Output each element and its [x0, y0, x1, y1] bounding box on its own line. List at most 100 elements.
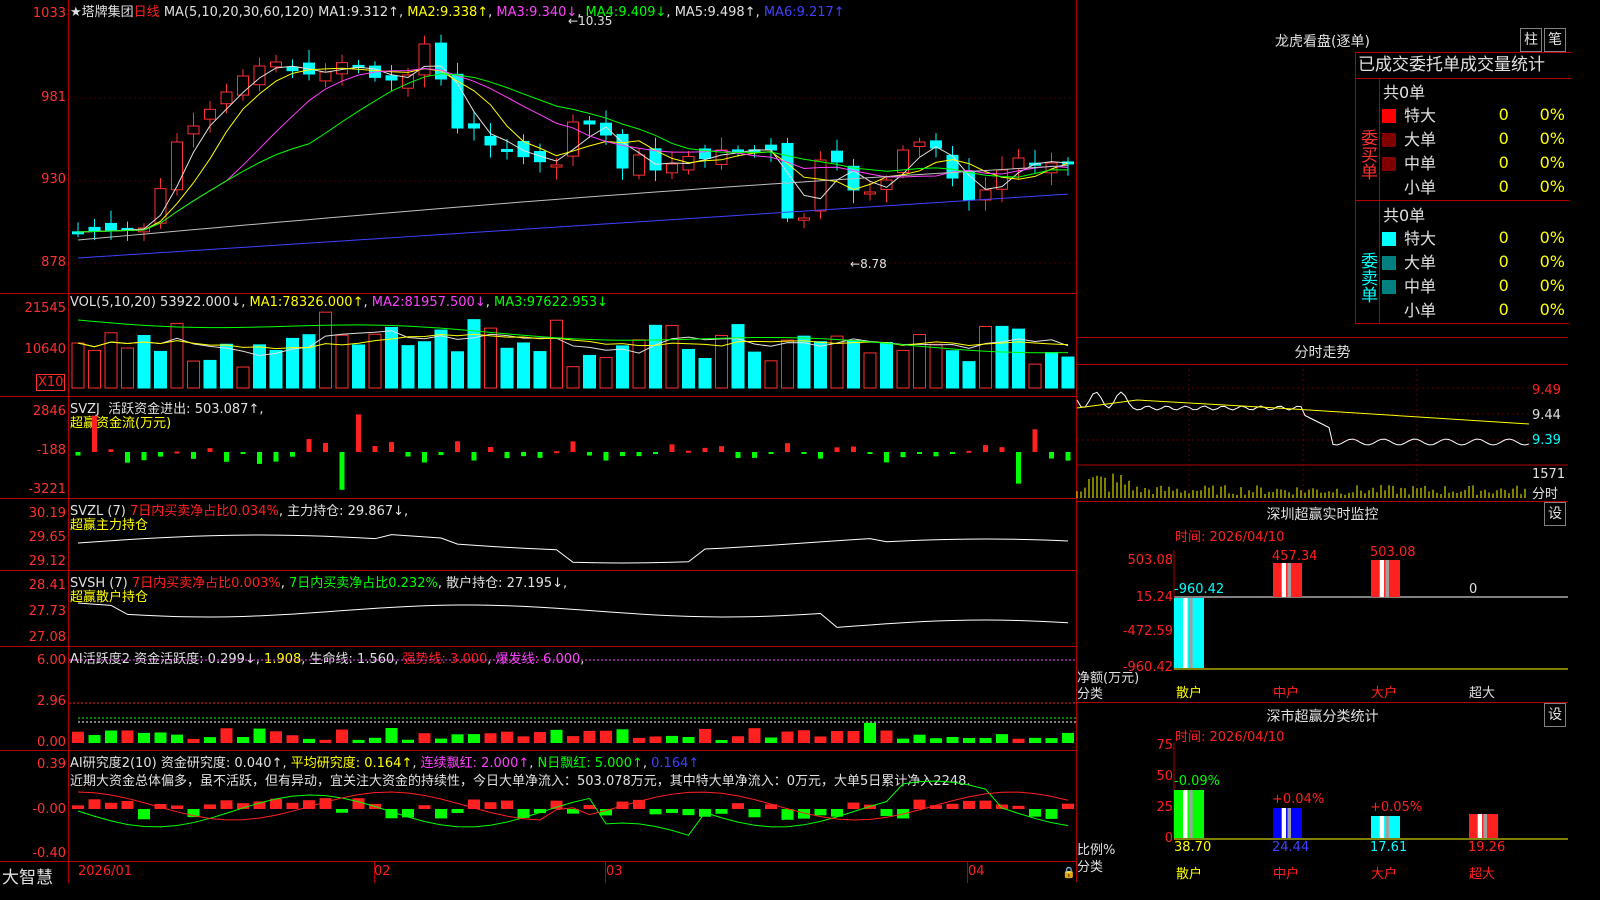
research-bar	[913, 799, 926, 809]
svzj-panel[interactable]: 2846 -188 -3221 SVZJ 活跃资金进出: 503.087↑, 超…	[0, 397, 1076, 499]
holding-line	[77, 602, 1069, 628]
candle-body	[633, 154, 645, 176]
candle-body	[864, 191, 876, 195]
research-bar	[930, 805, 942, 809]
kline-panel[interactable]: 1033 981 930 878 ★塔牌集团日线 MA(5,10,20,30,6…	[0, 0, 1076, 294]
candle-body	[765, 144, 777, 151]
flow-bar	[273, 452, 279, 462]
volume-bar	[946, 350, 959, 389]
research-bar	[748, 809, 761, 818]
flow-bar	[950, 452, 955, 454]
volume-panel[interactable]: 21545 10640 X10 VOL(5,10,20) 53922.000↓,…	[0, 294, 1076, 397]
flow-bar	[752, 452, 757, 458]
volume-chart	[71, 311, 1075, 389]
activity-bar	[979, 737, 992, 743]
research-bar	[418, 805, 431, 809]
monitor-bar	[1189, 598, 1193, 668]
activity-bar	[831, 730, 843, 743]
ai-activity-panel[interactable]: 6.00 2.96 0.00 AI活跃度2 资金活跃度: 0.299↓, 1.9…	[0, 647, 1076, 751]
volume-bar	[467, 319, 481, 389]
research-bar	[72, 805, 84, 809]
candle-body	[468, 123, 480, 129]
volume-bar	[682, 348, 695, 389]
bar-mode-button[interactable]: 柱	[1520, 28, 1542, 52]
svsh-panel[interactable]: 28.41 27.73 27.08 SVSH (7) 7日内买卖净占比0.003…	[0, 571, 1076, 647]
research-bar	[352, 798, 365, 809]
classify-stats-panel[interactable]: 深市超赢分类统计 设 时间: 2026/04/10 75 50 25 0 比例%…	[1077, 703, 1568, 882]
volume-bar	[550, 319, 563, 389]
flow-bar	[801, 452, 807, 454]
activity-bar	[501, 731, 513, 743]
candle-body	[913, 141, 926, 147]
brand-logo[interactable]: 大智慧	[2, 863, 53, 888]
realtime-monitor-panel[interactable]: 深圳超赢实时监控 设 时间: 2026/04/10 503.08 15.24 -…	[1077, 502, 1568, 703]
research-bar	[435, 809, 447, 819]
flow-bar	[372, 445, 378, 452]
flow-bar	[422, 452, 427, 463]
research-bar	[814, 809, 827, 816]
activity-bar	[847, 731, 860, 743]
volume-bar	[286, 337, 299, 389]
research-bar	[451, 809, 464, 813]
volume-bar	[847, 340, 860, 389]
monitor-bar	[1385, 560, 1389, 597]
volume-bar	[566, 366, 580, 389]
candle-body	[831, 150, 843, 163]
activity-bar	[286, 735, 299, 743]
flow-bar	[1032, 429, 1038, 452]
activity-bar	[930, 738, 942, 743]
candlestick-chart[interactable]	[0, 0, 1076, 293]
volume-bar	[880, 341, 893, 389]
activity-bar	[534, 732, 546, 743]
research-bar	[666, 809, 678, 813]
flow-bar	[108, 449, 114, 452]
activity-bar	[781, 731, 794, 743]
intraday-panel[interactable]: 分时走势 9.49 9.44 9.39 1571 分时	[1076, 338, 1568, 502]
classify-bar	[1189, 790, 1193, 838]
svzl-panel[interactable]: 30.19 29.65 29.12 SVZL (7) 7日内买卖净占比0.034…	[0, 499, 1076, 571]
research-bar	[649, 809, 662, 815]
volume-bar	[814, 341, 827, 389]
activity-bar	[633, 737, 645, 743]
activity-bar	[897, 738, 909, 743]
volume-bar	[88, 349, 101, 389]
buy-color-swatch	[1382, 133, 1396, 147]
volume-bar	[665, 324, 679, 389]
activity-bar	[138, 732, 150, 743]
candle-body	[171, 141, 183, 191]
flow-bar	[207, 448, 213, 452]
flow-bar	[141, 452, 147, 461]
volume-bar	[995, 325, 1009, 389]
activity-bar	[946, 736, 959, 743]
volume-bar	[434, 329, 448, 389]
classify-chart	[1173, 743, 1568, 840]
activity-bar	[451, 734, 464, 743]
activity-bar	[402, 739, 414, 743]
volume-bar	[913, 334, 926, 389]
sell-table: 特大 0 0% 大单 0 0% 中单 0 0% 小单 0 0%	[1378, 225, 1569, 321]
volume-bar	[533, 351, 547, 389]
tick-mode-button[interactable]: 笔	[1544, 28, 1566, 52]
ai-activity-chart	[69, 659, 1076, 743]
buy-count: 共0单	[1383, 83, 1426, 102]
classify-bar	[1287, 808, 1291, 838]
volume-bar	[781, 339, 794, 389]
lock-icon[interactable]: 🔒	[1062, 866, 1076, 879]
candle-body	[666, 163, 678, 174]
ai-research-panel[interactable]: 0.39 -0.00 -0.40 AI研究度2(10) 资金研究度: 0.040…	[0, 751, 1076, 861]
candle-body	[616, 133, 629, 169]
flow-bar	[851, 446, 856, 452]
time-axis: 大智慧 2026/01 02 03 04 🔒	[0, 861, 1076, 888]
activity-bar	[435, 738, 447, 743]
activity-bar	[88, 735, 101, 743]
flow-bar	[1065, 452, 1071, 461]
activity-bar	[187, 738, 200, 743]
research-bar	[138, 809, 150, 820]
flow-bar	[339, 452, 345, 490]
volume-bar	[137, 335, 151, 389]
activity-bar	[484, 733, 497, 743]
flow-bar	[785, 443, 790, 452]
volume-bar	[451, 351, 464, 389]
dragon-tiger-panel[interactable]: 龙虎看盘(逐单) 柱 笔 已成交委托单成交量统计 委买单 共0单 特大 0 0% 大…	[1077, 0, 1571, 338]
research-bar	[1062, 803, 1074, 809]
